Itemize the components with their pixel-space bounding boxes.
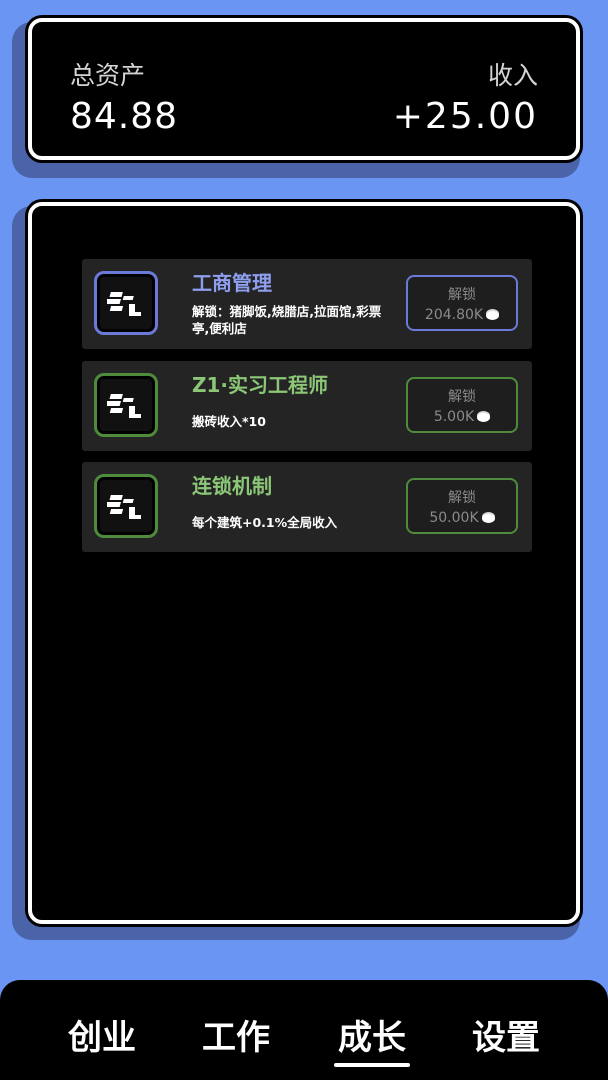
cost-value: 50.00K xyxy=(429,510,479,526)
growth-item-chain-mechanism: 连锁机制 每个建筑+0.1%全局收入 解锁 50.00K xyxy=(82,462,532,552)
bricks-icon xyxy=(94,373,158,437)
bottom-nav: 创业 工作 成长 设置 xyxy=(0,980,608,1080)
unlock-label: 解锁 xyxy=(448,389,476,405)
coin-icon xyxy=(477,412,491,422)
unlock-button[interactable]: 解锁 50.00K xyxy=(406,478,518,534)
growth-item-intern-engineer: Z1·实习工程师 搬砖收入*10 解锁 5.00K xyxy=(82,361,532,451)
item-description: 解锁：猪脚饭,烧腊店,拉面馆,彩票亭,便利店 xyxy=(192,304,382,336)
item-title: 连锁机制 xyxy=(192,474,272,498)
bricks-icon xyxy=(94,271,158,335)
item-description: 搬砖收入*10 xyxy=(192,414,266,429)
item-description: 每个建筑+0.1%全局收入 xyxy=(192,515,338,530)
coin-icon xyxy=(486,310,500,320)
nav-tab-growth[interactable]: 成长 xyxy=(322,1010,422,1067)
income-label: 收入 xyxy=(487,61,538,90)
nav-tab-settings[interactable]: 设置 xyxy=(456,1010,556,1059)
unlock-cost: 50.00K xyxy=(408,510,516,526)
unlock-label: 解锁 xyxy=(448,287,476,303)
unlock-label: 解锁 xyxy=(448,490,476,506)
bricks-icon xyxy=(94,474,158,538)
unlock-cost: 5.00K xyxy=(408,409,516,425)
nav-tab-work[interactable]: 工作 xyxy=(186,1010,286,1059)
unlock-button[interactable]: 解锁 5.00K xyxy=(406,377,518,433)
total-assets-label: 总资产 xyxy=(70,61,146,90)
item-title: Z1·实习工程师 xyxy=(192,373,329,397)
growth-item-business-management: 工商管理 解锁：猪脚饭,烧腊店,拉面馆,彩票亭,便利店 解锁 204.80K xyxy=(82,259,532,349)
growth-panel: 工商管理 解锁：猪脚饭,烧腊店,拉面馆,彩票亭,便利店 解锁 204.80K Z… xyxy=(28,202,580,924)
unlock-cost: 204.80K xyxy=(408,307,516,323)
nav-tab-startup[interactable]: 创业 xyxy=(52,1010,152,1059)
cost-value: 5.00K xyxy=(433,409,475,425)
unlock-button[interactable]: 解锁 204.80K xyxy=(406,275,518,331)
assets-card: 总资产 84.88 收入 +25.00 xyxy=(28,18,580,160)
coin-icon xyxy=(481,513,495,523)
cost-value: 204.80K xyxy=(424,307,484,323)
total-assets-value: 84.88 xyxy=(70,96,179,137)
income-value: +25.00 xyxy=(392,96,538,137)
item-title: 工商管理 xyxy=(192,271,272,295)
